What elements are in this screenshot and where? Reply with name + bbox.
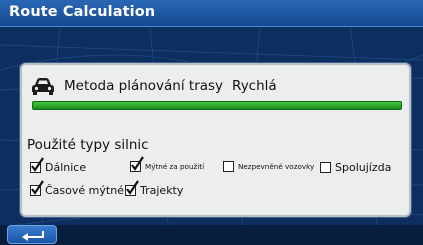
option-label: Časové mýtné — [45, 184, 124, 197]
checkbox[interactable] — [30, 157, 44, 173]
checkbox[interactable] — [30, 180, 44, 196]
route-method-row[interactable]: Metoda plánování trasy Rychlá — [31, 76, 277, 96]
car-icon — [32, 78, 54, 95]
progress-fill — [33, 102, 401, 109]
route-method-value: Rychlá — [232, 78, 277, 94]
calculation-progress-bar — [32, 101, 402, 110]
route-method-label: Metoda plánování trasy — [64, 78, 224, 94]
route-settings-panel: Metoda plánování trasy Rychlá Použité ty… — [20, 63, 411, 217]
checkbox[interactable] — [320, 162, 331, 173]
option-label: Spolujízda — [335, 161, 392, 174]
checkmark-icon — [126, 180, 139, 195]
option-nezpevnene[interactable]: Nezpevněné vozovky — [223, 161, 314, 172]
checkmark-icon — [31, 157, 44, 172]
option-trajekty[interactable]: Trajekty — [125, 180, 184, 197]
option-label: Mýtné za použití — [145, 162, 205, 171]
option-label: Trajekty — [140, 184, 184, 197]
back-button[interactable] — [7, 225, 57, 244]
checkmark-icon — [131, 156, 144, 171]
page-title: Route Calculation — [9, 4, 156, 20]
option-spolujizda[interactable]: Spolujízda — [320, 161, 391, 174]
checkmark-icon — [31, 180, 44, 195]
checkbox[interactable] — [223, 161, 234, 172]
title-bar: Route Calculation — [0, 0, 423, 27]
option-label: Dálnice — [45, 161, 87, 174]
bottom-bar — [0, 225, 423, 245]
back-arrow-icon — [22, 231, 44, 241]
checkbox[interactable] — [130, 156, 144, 172]
option-mytne[interactable]: Mýtné za použití — [130, 156, 205, 172]
route-calculation-screen: Route Calculation Metoda plánování trasy… — [0, 0, 423, 245]
road-types-label: Použité typy silnic — [27, 137, 149, 153]
checkbox[interactable] — [125, 180, 139, 196]
option-label: Nezpevněné vozovky — [238, 162, 315, 171]
option-dalnice[interactable]: Dálnice — [30, 157, 87, 174]
option-casove-mytne[interactable]: Časové mýtné — [30, 180, 124, 197]
